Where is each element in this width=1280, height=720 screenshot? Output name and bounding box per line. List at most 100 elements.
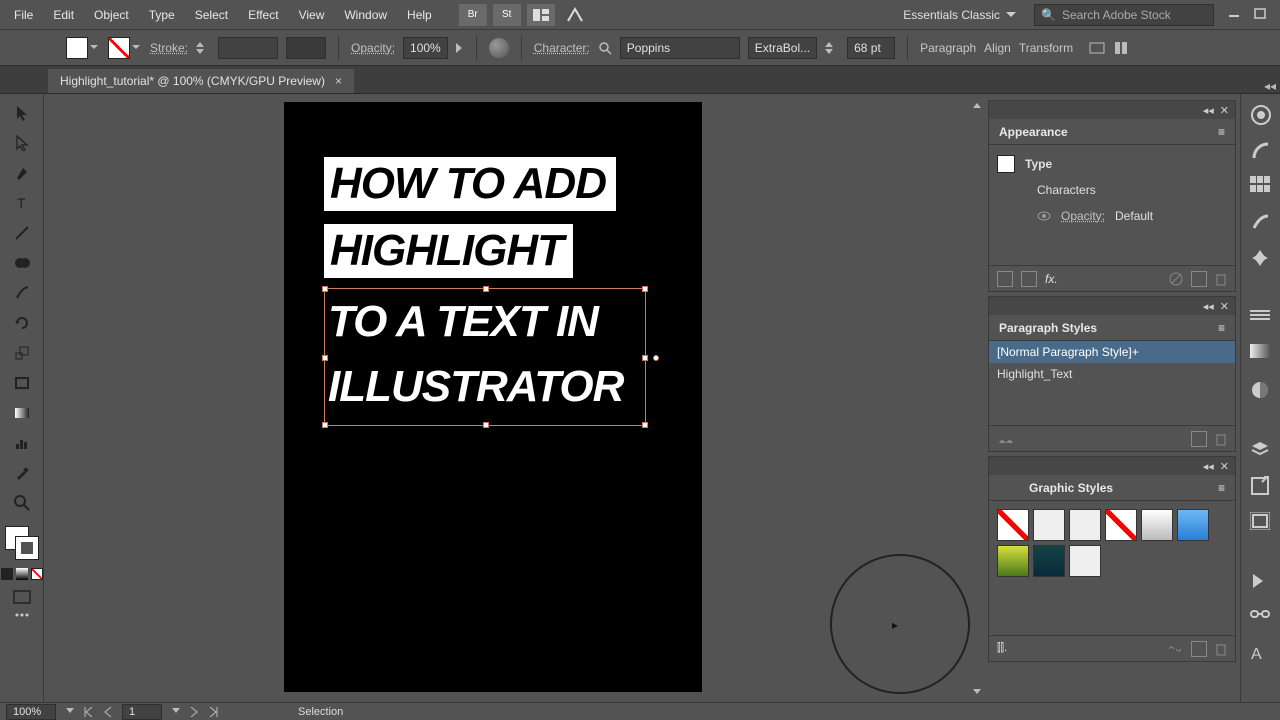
rectangle-tool[interactable]: [8, 370, 36, 396]
opacity-label[interactable]: Opacity:: [351, 41, 395, 55]
asset-export-icon[interactable]: [1250, 476, 1272, 498]
visibility-icon[interactable]: [1037, 211, 1051, 221]
paragraph-link[interactable]: Paragraph: [920, 41, 976, 55]
font-family-field[interactable]: Poppins: [620, 37, 740, 59]
links-panel-icon[interactable]: [1250, 608, 1272, 630]
canvas[interactable]: HOW TO ADD HIGHLIGHT TO A TEXT IN ILLUST…: [44, 94, 984, 702]
paragraph-style-item[interactable]: Highlight_Text: [989, 363, 1235, 385]
chevron-down-icon[interactable]: [172, 708, 180, 716]
graphic-style-thumb[interactable]: [1105, 509, 1137, 541]
scale-tool[interactable]: [8, 340, 36, 366]
graphic-style-thumb[interactable]: [1069, 509, 1101, 541]
shape-builder-tool[interactable]: [8, 250, 36, 276]
opacity-more-icon[interactable]: [456, 43, 464, 53]
duplicate-item-icon[interactable]: [1191, 271, 1207, 287]
vertical-scrollbar[interactable]: [970, 98, 984, 698]
column-graph-tool[interactable]: [8, 430, 36, 456]
chevron-down-icon[interactable]: [66, 708, 74, 716]
screen-mode-button[interactable]: [13, 590, 31, 604]
align-link[interactable]: Align: [984, 41, 1011, 55]
menu-edit[interactable]: Edit: [43, 2, 84, 28]
menu-view[interactable]: View: [289, 2, 335, 28]
gradient-tool[interactable]: [8, 400, 36, 426]
fill-stroke-indicator[interactable]: [5, 526, 39, 560]
new-style-icon[interactable]: [1191, 431, 1207, 447]
style-libraries-icon[interactable]: ⫿⫿.: [997, 642, 1007, 655]
gradient-panel-icon[interactable]: [1250, 344, 1272, 366]
graphic-style-thumb[interactable]: [1177, 509, 1209, 541]
font-size-stepper[interactable]: [825, 37, 839, 59]
artboards-panel-icon[interactable]: [1250, 512, 1272, 534]
selection-tool[interactable]: [8, 100, 36, 126]
brush-definition[interactable]: [286, 37, 326, 59]
symbols-panel-icon[interactable]: [1250, 248, 1272, 270]
color-mode-gradient[interactable]: [16, 568, 28, 580]
fill-swatch[interactable]: [66, 37, 100, 59]
eyedropper-tool[interactable]: [8, 460, 36, 486]
panel-menu-icon[interactable]: ≡: [1218, 481, 1225, 495]
edit-toolbar-button[interactable]: [14, 612, 30, 618]
rotate-tool[interactable]: [8, 310, 36, 336]
zoom-tool[interactable]: [8, 490, 36, 516]
panel-collapse-icon[interactable]: ◂◂: [1203, 460, 1214, 473]
align-to-button[interactable]: [1113, 40, 1129, 56]
paragraph-style-item[interactable]: [Normal Paragraph Style]+: [989, 341, 1235, 363]
panel-collapse-icon[interactable]: ◂◂: [1203, 300, 1214, 313]
gpu-preview-icon[interactable]: [561, 4, 589, 26]
line-tool[interactable]: [8, 220, 36, 246]
brushes-panel-icon[interactable]: [1250, 212, 1272, 234]
stock-search-input[interactable]: 🔍 Search Adobe Stock: [1034, 4, 1214, 26]
direct-selection-tool[interactable]: [8, 130, 36, 156]
next-artboard-icon[interactable]: [190, 707, 198, 717]
maximize-button[interactable]: [1253, 8, 1273, 22]
type-tool[interactable]: T: [8, 190, 36, 216]
graphic-style-thumb[interactable]: [1069, 545, 1101, 577]
appearance-characters[interactable]: Characters: [1037, 183, 1096, 197]
graphic-styles-tab[interactable]: Graphic Styles ≡: [989, 475, 1235, 501]
graphic-style-thumb[interactable]: [997, 545, 1029, 577]
new-fill-icon[interactable]: [1021, 271, 1037, 287]
dock-collapse-icon[interactable]: ◂◂: [1264, 79, 1276, 93]
menu-window[interactable]: Window: [334, 2, 397, 28]
workspace-switcher[interactable]: Essentials Classic: [893, 8, 1026, 22]
zoom-field[interactable]: 100%: [6, 704, 56, 720]
paintbrush-tool[interactable]: [8, 280, 36, 306]
character-label[interactable]: Character:: [534, 41, 590, 55]
character-panel-icon[interactable]: A: [1250, 644, 1272, 666]
new-graphic-style-icon[interactable]: [1191, 641, 1207, 657]
font-style-field[interactable]: ExtraBol...: [748, 37, 817, 59]
pen-tool[interactable]: [8, 160, 36, 186]
panel-close-icon[interactable]: ✕: [1220, 300, 1229, 313]
transform-link[interactable]: Transform: [1019, 41, 1073, 55]
graphic-style-thumb[interactable]: [1141, 509, 1173, 541]
actions-panel-icon[interactable]: [1250, 572, 1272, 594]
stroke-weight-stepper[interactable]: [196, 37, 210, 59]
menu-select[interactable]: Select: [185, 2, 238, 28]
menu-help[interactable]: Help: [397, 2, 442, 28]
swatches-panel-icon[interactable]: [1250, 176, 1272, 198]
graphic-style-thumb[interactable]: [1033, 545, 1065, 577]
font-size-field[interactable]: 68 pt: [847, 37, 895, 59]
bridge-button[interactable]: Br: [459, 4, 487, 26]
color-guide-icon[interactable]: [1250, 140, 1272, 162]
stroke-weight-field[interactable]: [218, 37, 278, 59]
menu-file[interactable]: File: [4, 2, 43, 28]
panel-menu-icon[interactable]: ≡: [1218, 321, 1225, 335]
panel-close-icon[interactable]: ✕: [1220, 460, 1229, 473]
font-search-icon[interactable]: [598, 41, 612, 55]
panel-collapse-icon[interactable]: ◂◂: [1203, 104, 1214, 117]
stroke-swatch[interactable]: [108, 37, 142, 59]
stroke-panel-icon[interactable]: [1250, 308, 1272, 330]
panel-menu-icon[interactable]: ≡: [1218, 125, 1225, 139]
tab-close-icon[interactable]: ×: [335, 74, 342, 88]
break-link-icon[interactable]: [1167, 644, 1183, 654]
recolor-artwork-button[interactable]: [489, 38, 509, 58]
last-artboard-icon[interactable]: [208, 707, 218, 717]
fx-icon[interactable]: fx.: [1045, 272, 1058, 286]
graphic-style-thumb[interactable]: [1033, 509, 1065, 541]
panel-close-icon[interactable]: ✕: [1220, 104, 1229, 117]
libraries-icon[interactable]: [997, 433, 1015, 445]
appearance-tab[interactable]: Appearance ≡: [989, 119, 1235, 145]
transparency-panel-icon[interactable]: [1250, 380, 1272, 402]
clear-appearance-icon[interactable]: [1169, 272, 1183, 286]
